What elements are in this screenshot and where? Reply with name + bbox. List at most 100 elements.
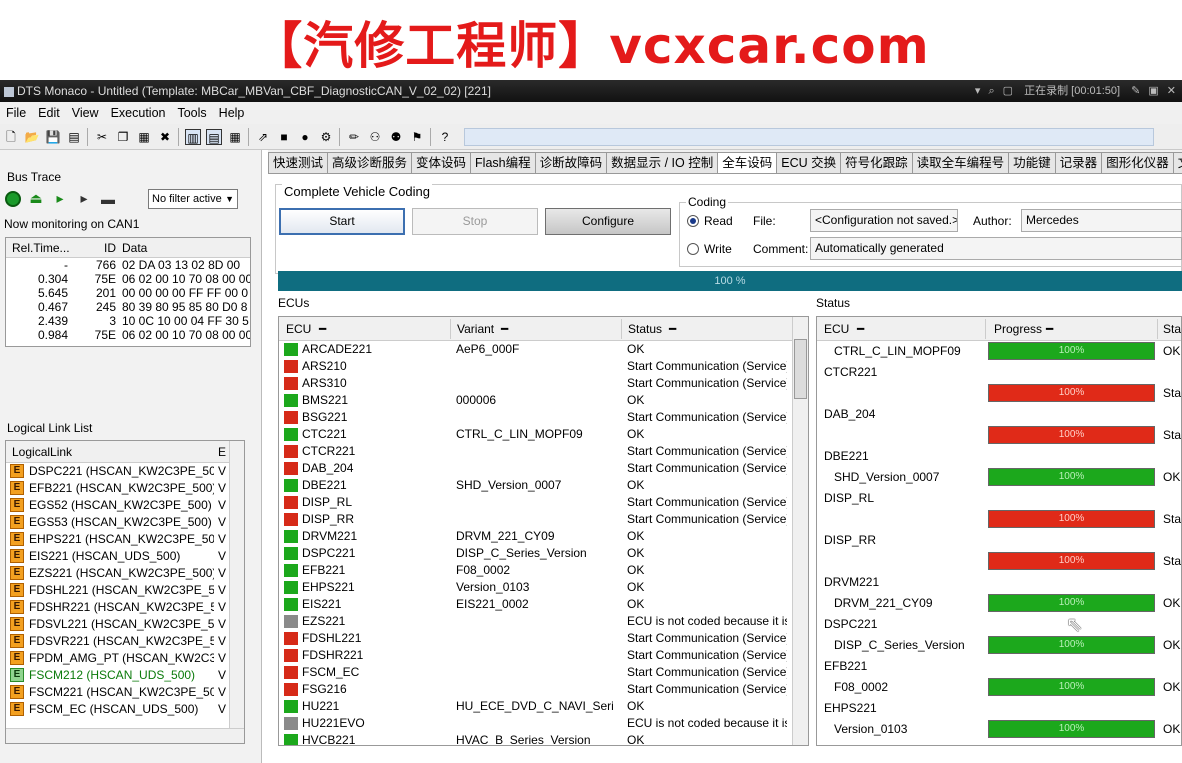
menu-view[interactable]: View [66,102,105,124]
tab-4[interactable]: 诊断故障码 [534,152,608,173]
logical-link-item[interactable]: E FPDM_AMG_PT (HSCAN_KW2C3... V [6,650,244,667]
pen-icon[interactable]: ✎ [1131,85,1140,97]
status-row[interactable]: SHD_Version_0007 100% OK [817,467,1181,488]
write-radio[interactable] [687,243,699,255]
ecu-row[interactable]: EFB221 F08_0002 OK [279,562,808,579]
sort-icon[interactable]: ━ [319,322,326,336]
copy-icon[interactable]: ❐ [115,129,131,145]
ecus-col-ecu[interactable]: ECU [286,322,311,336]
logical-link-item[interactable]: E FDSVR221 (HSCAN_KW2C3PE_5... V [6,633,244,650]
logical-link-item[interactable]: E FDSHR221 (HSCAN_KW2C3PE_5... V [6,599,244,616]
status-row[interactable]: 100% Star [817,425,1181,446]
ecu-row[interactable]: DSPC221 DISP_C_Series_Version OK [279,545,808,562]
read-radio[interactable] [687,215,699,227]
author-field[interactable]: Mercedes [1021,209,1182,232]
new-file-icon[interactable]: 🗋 [3,129,19,145]
tab-2[interactable]: 变体设码 [411,152,472,173]
ecu-row[interactable]: ARCADE221 AeP6_000F OK [279,341,808,358]
stop-button[interactable]: Stop [412,208,538,235]
trace-col-time[interactable]: Rel.Time... [12,241,70,255]
ecu-row[interactable]: FSG216 Start Communication (Service): ... [279,681,808,698]
status-row[interactable]: DBE221 [817,446,1181,467]
logical-link-item[interactable]: E EGS52 (HSCAN_KW2C3PE_500) V [6,497,244,514]
status-row[interactable]: 100% Star [817,509,1181,530]
status-row[interactable]: DAB_204 [817,404,1181,425]
ecu-row[interactable]: ARS310 Start Communication (Service): ... [279,375,808,392]
camera-icon[interactable]: ▣ [1148,85,1158,97]
trace-row[interactable]: 5.645 201 00 00 00 00 FF FF 00 0 [6,286,250,300]
menu-tools[interactable]: Tools [171,102,212,124]
status-row[interactable]: Version_0103 100% OK [817,719,1181,740]
ecu-row[interactable]: FSCM_EC Start Communication (Service): ..… [279,664,808,681]
logical-link-item[interactable]: E FDSVL221 (HSCAN_KW2C3PE_5... V [6,616,244,633]
ecu-row[interactable]: EHPS221 Version_0103 OK [279,579,808,596]
filter-dropdown[interactable]: No filter active ▼ [148,189,238,209]
print-icon[interactable]: ▤ [66,129,82,145]
ecu-row[interactable]: HVCB221 HVAC_B_Series_Version OK [279,732,808,745]
status-col-status[interactable]: Stat [1163,322,1181,336]
logical-link-item[interactable]: E FDSHL221 (HSCAN_KW2C3PE_5... V [6,582,244,599]
status-col-progress[interactable]: Progress [994,322,1042,336]
status-row[interactable]: EHPS221 [817,698,1181,719]
status-col-ecu[interactable]: ECU [824,322,849,336]
layout-table-icon[interactable]: ▦ [227,129,243,145]
comment-field[interactable]: Automatically generated [810,237,1182,260]
tab-3[interactable]: Flash编程 [470,152,536,173]
ecu-row[interactable]: CTC221 CTRL_C_LIN_MOPF09 OK [279,426,808,443]
close-icon[interactable]: ✕ [1167,85,1176,97]
tab-9[interactable]: 读取全车编程号 [911,152,1010,173]
open-folder-icon[interactable]: 📂 [24,129,40,145]
tab-6[interactable]: 全车设码 [717,152,778,173]
status-row[interactable]: DSPC221 [817,614,1181,635]
paste-icon[interactable]: ▦ [136,129,152,145]
status-row[interactable]: CTRL_C_LIN_MOPF09 100% OK [817,341,1181,362]
bus-trace-table[interactable]: Rel.Time... ID Data - 766 02 DA 03 13 02 8… [5,237,251,347]
trace-row[interactable]: - 766 02 DA 03 13 02 8D 00 [6,258,250,272]
status-row[interactable]: CTCR221 [817,362,1181,383]
ecus-col-variant[interactable]: Variant [457,322,494,336]
file-field[interactable]: <Configuration not saved.> [810,209,958,232]
minimize-icon[interactable]: ▾ [975,85,981,97]
ecu-row[interactable]: BSG221 Start Communication (Service): ... [279,409,808,426]
ecu-icon[interactable]: ⚉ [388,129,404,145]
logical-link-item[interactable]: E EFB221 (HSCAN_KW2C3PE_500) V [6,480,244,497]
trace-col-id[interactable]: ID [72,241,116,255]
logical-link-item[interactable]: E FSCM212 (HSCAN_UDS_500) V [6,667,244,684]
link-list-hscrollbar[interactable] [6,728,244,743]
logical-link-item[interactable]: E FSCM_EC (HSCAN_UDS_500) V [6,701,244,718]
ecu-row[interactable]: HU221 HU_ECE_DVD_C_NAVI_Serie... OK [279,698,808,715]
logical-link-item[interactable]: E FSCM221 (HSCAN_KW2C3PE_500) V [6,684,244,701]
logical-link-item[interactable]: E EHPS221 (HSCAN_KW2C3PE_500) V [6,531,244,548]
record-icon[interactable]: ● [297,129,313,145]
menu-edit[interactable]: Edit [32,102,66,124]
status-row[interactable]: 100% Star [817,383,1181,404]
tab-10[interactable]: 功能键 [1008,152,1056,173]
ecu-row[interactable]: CTCR221 Start Communication (Service): ..… [279,443,808,460]
tab-7[interactable]: ECU 交换 [776,152,842,173]
menu-help[interactable]: Help [213,102,251,124]
tool-icon[interactable]: ✏ [346,129,362,145]
zoom-icon[interactable]: ⌕ [988,85,994,97]
ecu-row[interactable]: EZS221 ECU is not coded because it is ... [279,613,808,630]
tab-11[interactable]: 记录器 [1054,152,1103,173]
link-col-e[interactable]: E [218,445,226,459]
cut-icon[interactable]: ✂ [94,129,110,145]
status-row[interactable]: F08_0002 100% OK [817,677,1181,698]
tab-12[interactable]: 图形化仪器 [1101,152,1174,173]
ecu-row[interactable]: FDSHL221 Start Communication (Service): .… [279,630,808,647]
status-row[interactable]: DRVM221 [817,572,1181,593]
sort-icon[interactable]: ━ [857,322,864,336]
window-icon[interactable]: ▢ [1003,85,1013,97]
ecu-row[interactable]: DISP_RR Start Communication (Service): ..… [279,511,808,528]
layout-left-icon[interactable]: ▥ [185,129,201,145]
trace-row[interactable]: 0.304 75E 06 02 00 10 70 08 00 00 [6,272,250,286]
ecus-col-status[interactable]: Status [628,322,662,336]
sort-icon[interactable]: ━ [669,322,676,336]
ecu-row[interactable]: DRVM221 DRVM_221_CY09 OK [279,528,808,545]
trace-row[interactable]: 2.439 3 10 0C 10 00 04 FF 30 5 [6,314,250,328]
ecu-row[interactable]: BMS221 000006 OK [279,392,808,409]
tab-1[interactable]: 高级诊断服务 [327,152,413,173]
ecu-row[interactable]: DBE221 SHD_Version_0007 OK [279,477,808,494]
start-button[interactable]: Start [279,208,405,235]
menu-execution[interactable]: Execution [105,102,172,124]
